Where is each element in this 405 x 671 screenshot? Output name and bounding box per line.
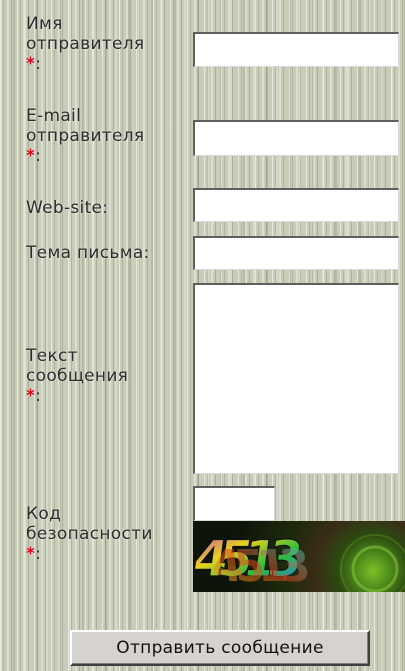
sender-email-label: E-mail отправителя *:	[26, 106, 145, 166]
message-textarea[interactable]	[193, 283, 399, 474]
required-marker: *	[26, 386, 36, 406]
website-input[interactable]	[193, 188, 399, 222]
required-marker: *	[26, 544, 36, 564]
captcha-image-graphic: 4513 4513	[193, 529, 405, 592]
send-message-button[interactable]: Отправить сообщение	[70, 630, 370, 666]
sender-name-input[interactable]	[193, 32, 399, 67]
sender-name-label: Имя отправителя *:	[26, 14, 145, 74]
required-marker: *	[26, 54, 36, 74]
security-code-input[interactable]	[193, 486, 275, 521]
message-label: Текст сообщения *:	[26, 346, 129, 406]
required-marker: *	[26, 146, 36, 166]
contact-form: Имя отправителя *: E-mail отправителя *:…	[0, 0, 405, 671]
sender-email-input[interactable]	[193, 120, 399, 156]
captcha-image: 4513 4513	[193, 521, 405, 592]
captcha-text-shadow: 4513	[209, 541, 310, 592]
subject-input[interactable]	[193, 236, 399, 270]
security-code-label: Код безопасности *:	[26, 504, 153, 564]
subject-label: Тема письма:	[26, 243, 150, 263]
website-label: Web-site:	[26, 198, 109, 218]
